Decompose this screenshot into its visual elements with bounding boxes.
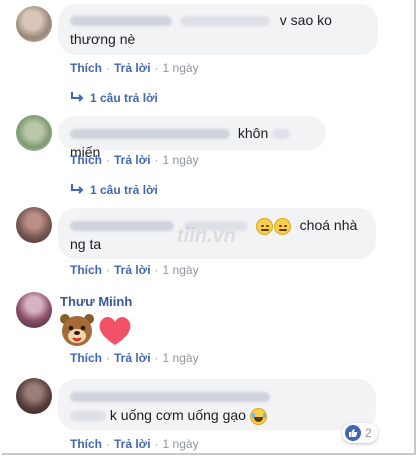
reaction-summary[interactable]: 2 [342,423,378,443]
blurred-text [272,129,291,140]
blurred-text [179,16,270,27]
separator: · [106,153,110,167]
avatar[interactable] [16,378,52,414]
comment-text-part: khôn [237,125,269,141]
replies-count[interactable]: 1 câu trả lời [90,91,158,105]
smile-emoji-icon [273,217,291,235]
reply-link[interactable]: Trả lời [114,153,151,167]
author-name[interactable]: Thưư Miinh [60,294,132,309]
sticker [60,312,136,348]
view-replies-link[interactable]: 1 câu trả lời [70,183,158,197]
like-link[interactable]: Thích [70,263,102,277]
comment-actions: Thích · Trả lời · 1 ngày [70,153,199,167]
watermark: tiin.vn [177,225,236,247]
view-replies-link[interactable]: 1 câu trả lời [70,91,158,105]
comment-actions: Thích · Trả lời · 1 ngày [70,351,199,365]
reply-link[interactable]: Trả lời [114,61,151,75]
comment-bubble: khôn miến [58,116,326,160]
replies-count[interactable]: 1 câu trả lời [90,183,158,197]
blurred-author-name [70,392,270,403]
reply-link[interactable]: Trả lời [114,351,151,365]
separator: · [154,437,159,451]
timestamp[interactable]: 1 ngày [163,61,199,75]
like-reaction-icon [345,425,361,441]
blurred-text [70,411,106,422]
separator: · [106,61,110,75]
comment-bubble: v sao ko thương nè [58,4,378,55]
separator: · [106,263,110,277]
comment-text: k uống cơm uống gạo [109,407,246,423]
reply-link[interactable]: Trả lời [114,437,151,451]
timestamp[interactable]: 1 ngày [163,153,199,167]
blurred-author-name [70,16,172,27]
reply-arrow-icon [70,183,84,197]
separator: · [154,351,159,365]
reply-link[interactable]: Trả lời [114,263,151,277]
heart-sticker-icon [99,316,131,345]
comments-panel: v sao ko thương nè Thích · Trả lời · 1 ngày … [2,0,416,455]
like-link[interactable]: Thích [70,351,102,365]
reaction-count: 2 [365,426,372,440]
bear-sticker-icon [60,314,94,346]
like-link[interactable]: Thích [70,61,102,75]
like-link[interactable]: Thích [70,153,102,167]
avatar[interactable] [16,6,52,42]
comment-actions: Thích · Trả lời · 1 ngày [70,437,199,451]
like-link[interactable]: Thích [70,437,102,451]
avatar[interactable] [16,207,52,243]
blurred-author-name [70,221,174,232]
separator: · [154,263,159,277]
smile-emoji-icon [255,217,273,235]
timestamp[interactable]: 1 ngày [163,263,199,277]
separator: · [154,61,159,75]
blurred-author-name [70,129,230,140]
timestamp[interactable]: 1 ngày [163,437,199,451]
avatar[interactable] [16,292,52,328]
reply-arrow-icon [70,91,84,105]
comment-bubble: k uống cơm uống gạo [58,379,376,430]
laugh-emoji-icon [249,407,267,425]
separator: · [154,153,159,167]
comment-actions: Thích · Trả lời · 1 ngày [70,61,199,75]
avatar[interactable] [16,115,52,151]
separator: · [106,351,110,365]
comment-actions: Thích · Trả lời · 1 ngày [70,263,199,277]
timestamp[interactable]: 1 ngày [163,351,199,365]
separator: · [106,437,110,451]
